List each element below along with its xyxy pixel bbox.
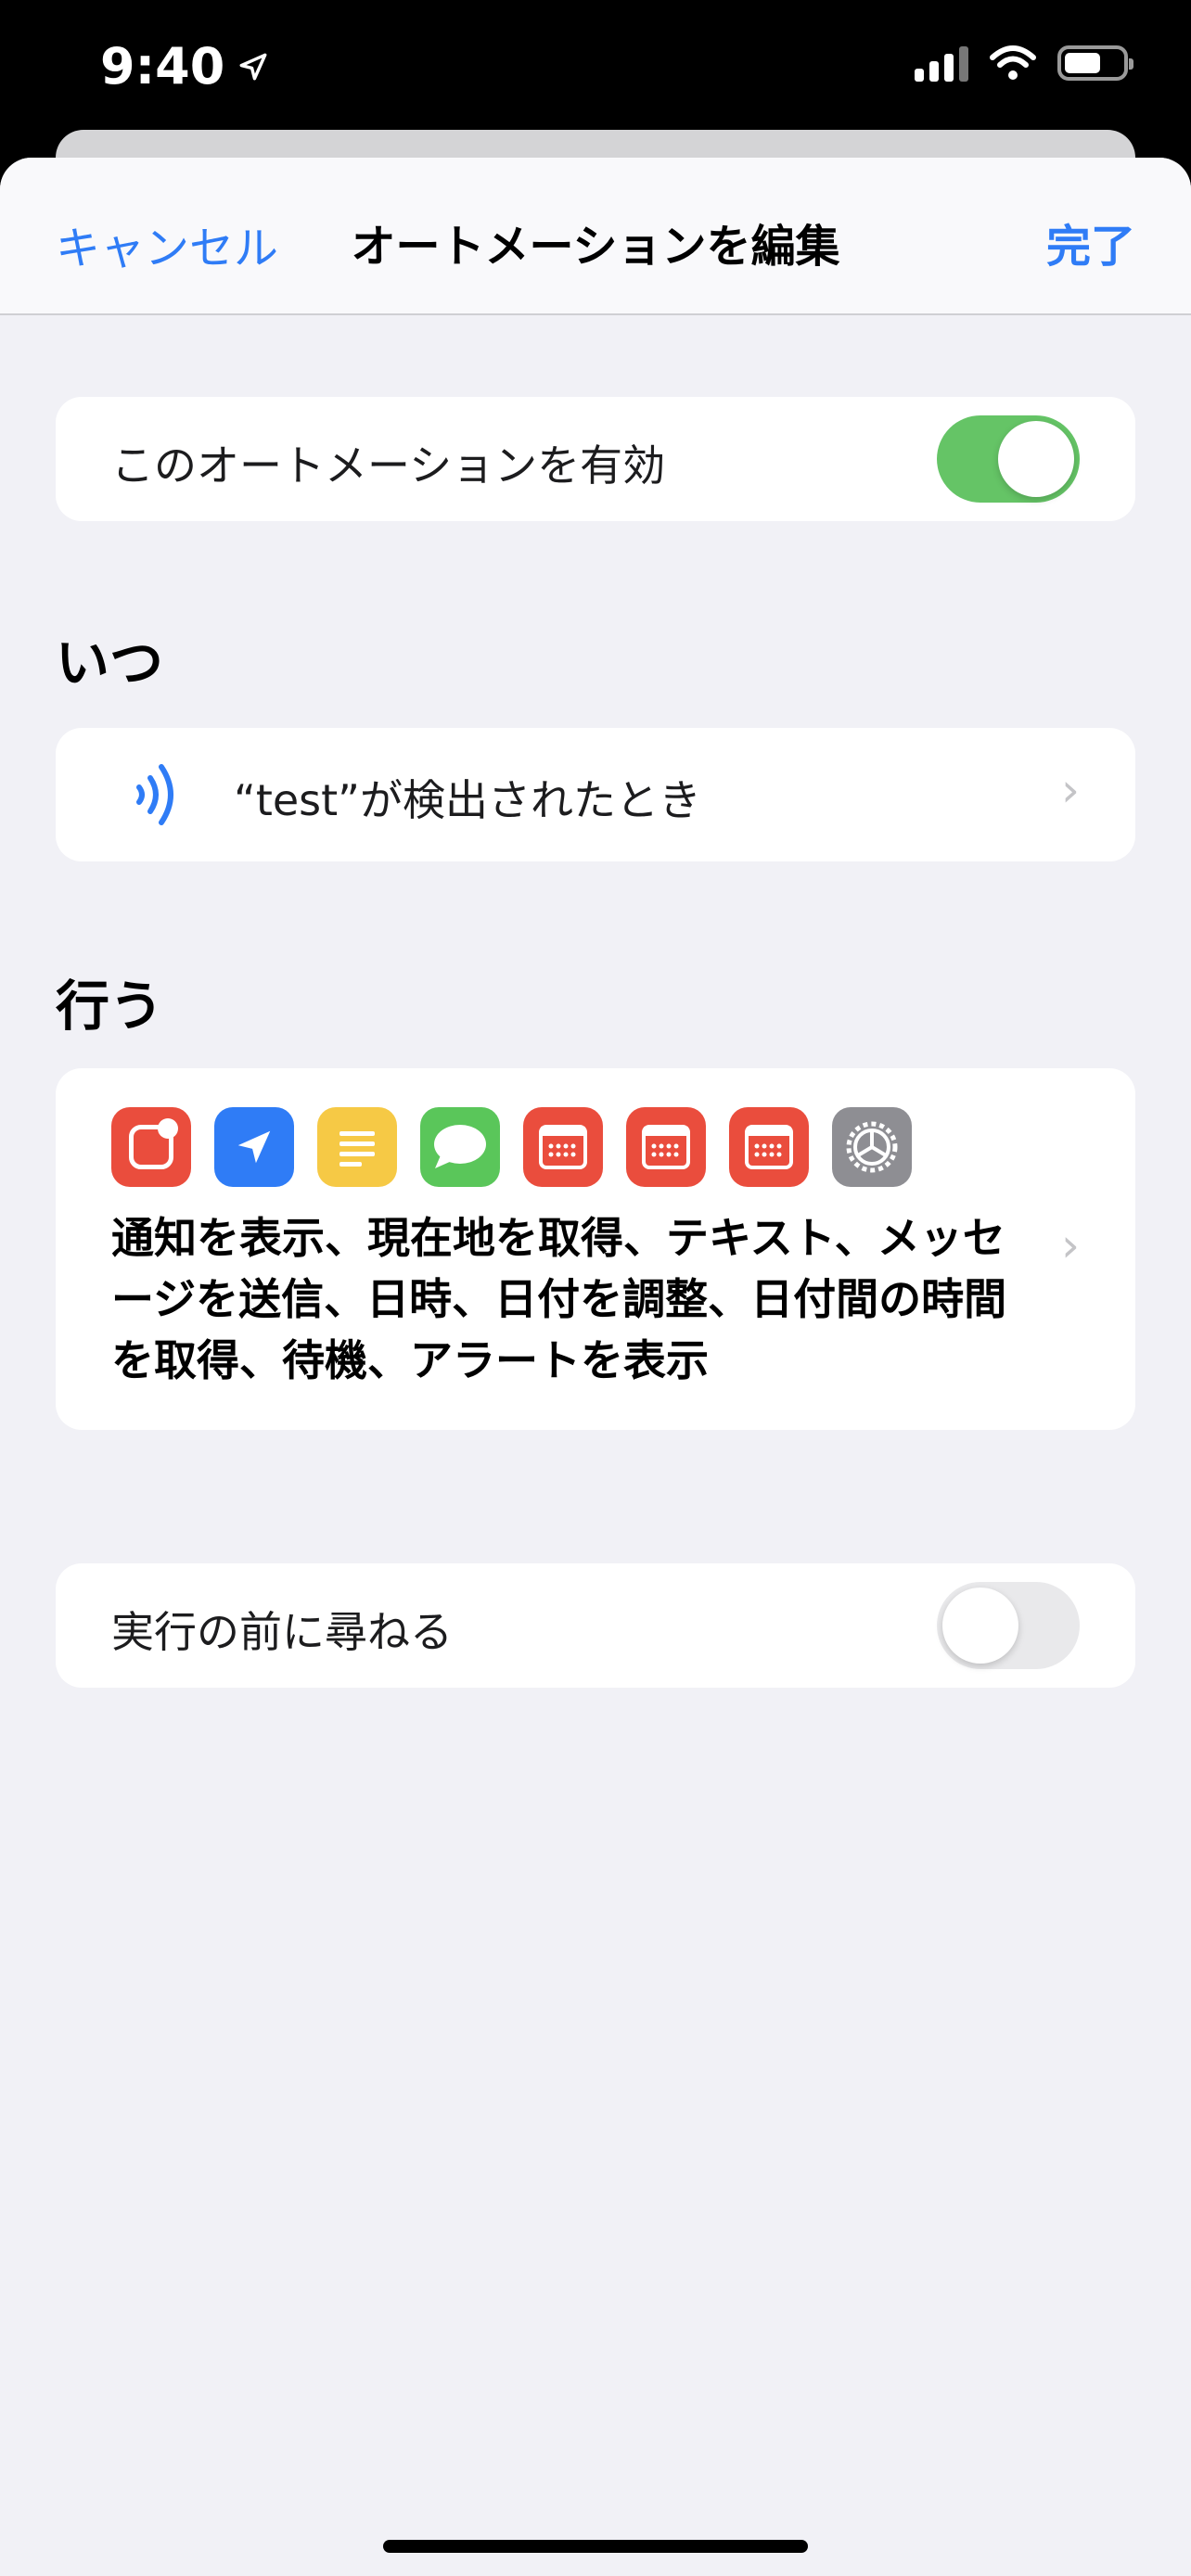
page-title: オートメーションを編集 [351,221,840,273]
ask-before-running-label: 実行の前に尋ねる [111,1607,453,1657]
edit-automation-sheet: キャンセル オートメーションを編集 完了 このオートメーションを有効 いつ “t… [0,158,1191,2576]
cellular-signal-icon [915,45,968,82]
action-icons [111,1107,912,1187]
trigger-label: “test”が検出されたとき [234,775,702,825]
time-between-dates-icon [729,1107,809,1187]
when-section-header: いつ [56,631,164,695]
trigger-row[interactable]: “test”が検出されたとき › [56,728,1135,861]
do-section-header: 行う [56,975,164,1038]
enable-automation-toggle[interactable] [937,415,1080,503]
done-button[interactable]: 完了 [1046,210,1135,274]
actions-summary: 通知を表示、現在地を取得、テキスト、メッセージを送信、日時、日付を調整、日付間の… [111,1213,1007,1385]
battery-icon [1057,45,1133,81]
adjust-date-icon [626,1107,706,1187]
text-icon [317,1107,397,1187]
time-text: 9:40 [100,37,225,96]
navigation-bar: キャンセル オートメーションを編集 完了 [0,158,1191,315]
enable-automation-row: このオートメーションを有効 [56,397,1135,521]
messages-icon [420,1107,500,1187]
ask-before-running-toggle[interactable] [937,1582,1080,1669]
home-indicator[interactable] [383,2540,808,2553]
chevron-right-icon: › [1061,1218,1080,1272]
wifi-icon [990,45,1036,80]
nfc-icon [136,764,173,825]
date-icon [523,1107,603,1187]
actions-row[interactable]: 通知を表示、現在地を取得、テキスト、メッセージを送信、日時、日付を調整、日付間の… [56,1068,1135,1430]
settings-icon [832,1107,912,1187]
ask-before-running-row: 実行の前に尋ねる [56,1563,1135,1688]
enable-automation-label: このオートメーションを有効 [111,440,666,491]
location-icon [214,1107,294,1187]
status-time: 9:40 [100,37,269,96]
show-notification-icon [111,1107,191,1187]
chevron-right-icon: › [1061,763,1080,817]
status-icons [915,45,1133,82]
location-arrow-icon [239,53,267,81]
